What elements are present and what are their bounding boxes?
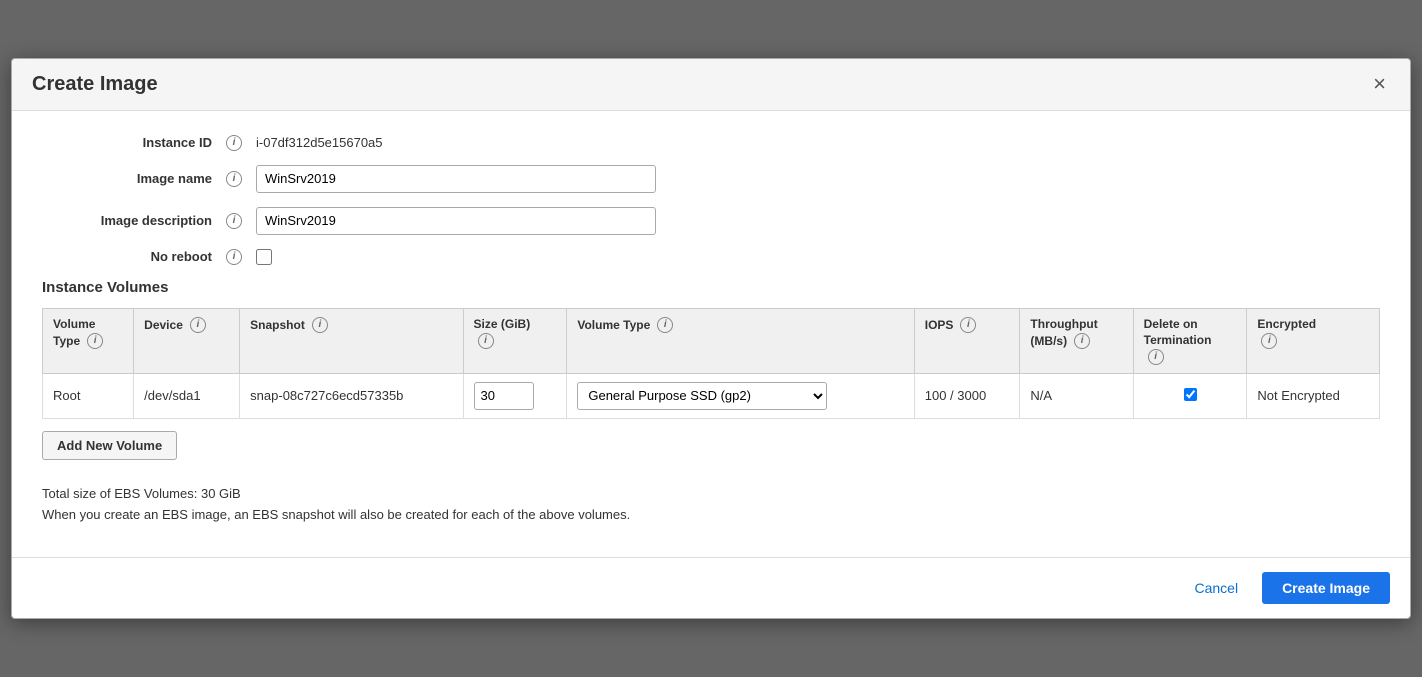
- dialog-title: Create Image: [32, 73, 158, 96]
- footer-info: Total size of EBS Volumes: 30 GiB When y…: [42, 484, 1380, 526]
- instance-id-label: Instance ID: [42, 135, 222, 150]
- th-iops-info-icon: i: [960, 317, 976, 333]
- dialog-footer: Cancel Create Image: [12, 557, 1410, 618]
- no-reboot-info-icon: i: [226, 249, 242, 265]
- image-description-row: Image description i: [42, 207, 1380, 235]
- image-name-input[interactable]: [256, 165, 656, 193]
- no-reboot-row: No reboot i: [42, 249, 1380, 265]
- th-device: Device i: [134, 308, 240, 373]
- dialog-body: Instance ID i i-07df312d5e15670a5 Image …: [12, 111, 1410, 558]
- td-size: [463, 373, 567, 418]
- td-device: /dev/sda1: [134, 373, 240, 418]
- no-reboot-checkbox[interactable]: [256, 249, 272, 265]
- instance-id-info-icon: i: [226, 135, 242, 151]
- th-throughput: Throughput (MB/s) i: [1020, 308, 1133, 373]
- create-image-dialog: Create Image × Instance ID i i-07df312d5…: [11, 58, 1411, 620]
- td-iops: 100 / 3000: [914, 373, 1020, 418]
- dialog-header: Create Image ×: [12, 59, 1410, 111]
- th-volume-type-col: Volume Type i: [567, 308, 914, 373]
- th-snapshot: Snapshot i: [240, 308, 463, 373]
- td-delete-on-termination: [1133, 373, 1247, 418]
- table-header-row: Volume Type i Device i: [43, 308, 1380, 373]
- td-throughput: N/A: [1020, 373, 1133, 418]
- image-name-row: Image name i: [42, 165, 1380, 193]
- no-reboot-label: No reboot: [42, 249, 222, 264]
- th-volume-type-col-info-icon: i: [657, 317, 673, 333]
- th-delete-on-termination-info-icon: i: [1148, 349, 1164, 365]
- th-volume-type-info-icon: i: [87, 333, 103, 349]
- image-description-input[interactable]: [256, 207, 656, 235]
- volumes-table: Volume Type i Device i: [42, 308, 1380, 419]
- image-description-info-icon: i: [226, 213, 242, 229]
- th-snapshot-info-icon: i: [312, 317, 328, 333]
- th-delete-on-termination: Delete on Termination i: [1133, 308, 1247, 373]
- image-name-info-icon: i: [226, 171, 242, 187]
- th-device-info-icon: i: [190, 317, 206, 333]
- image-name-label: Image name: [42, 171, 222, 186]
- cancel-button[interactable]: Cancel: [1184, 574, 1248, 602]
- th-volume-type: Volume Type i: [43, 308, 134, 373]
- th-size-info-icon: i: [478, 333, 494, 349]
- instance-volumes-title: Instance Volumes: [42, 279, 1380, 296]
- create-image-button[interactable]: Create Image: [1262, 572, 1390, 604]
- delete-on-termination-checkbox[interactable]: [1184, 388, 1197, 401]
- td-encrypted: Not Encrypted: [1247, 373, 1380, 418]
- footer-info-line2: When you create an EBS image, an EBS sna…: [42, 505, 1380, 526]
- image-description-label: Image description: [42, 213, 222, 228]
- instance-id-row: Instance ID i i-07df312d5e15670a5: [42, 135, 1380, 151]
- th-encrypted: Encrypted i: [1247, 308, 1380, 373]
- td-volume-type-col: General Purpose SSD (gp2): [567, 373, 914, 418]
- volume-type-select[interactable]: General Purpose SSD (gp2): [577, 382, 827, 410]
- instance-id-value: i-07df312d5e15670a5: [256, 135, 383, 150]
- th-size: Size (GiB) i: [463, 308, 567, 373]
- td-snapshot: snap-08c727c6ecd57335b: [240, 373, 463, 418]
- close-button[interactable]: ×: [1369, 73, 1390, 95]
- td-volume-type: Root: [43, 373, 134, 418]
- th-encrypted-info-icon: i: [1261, 333, 1277, 349]
- th-iops: IOPS i: [914, 308, 1020, 373]
- add-new-volume-button[interactable]: Add New Volume: [42, 431, 177, 460]
- footer-info-line1: Total size of EBS Volumes: 30 GiB: [42, 484, 1380, 505]
- size-input[interactable]: [474, 382, 534, 410]
- th-throughput-info-icon: i: [1074, 333, 1090, 349]
- table-row: Root /dev/sda1 snap-08c727c6ecd57335b Ge…: [43, 373, 1380, 418]
